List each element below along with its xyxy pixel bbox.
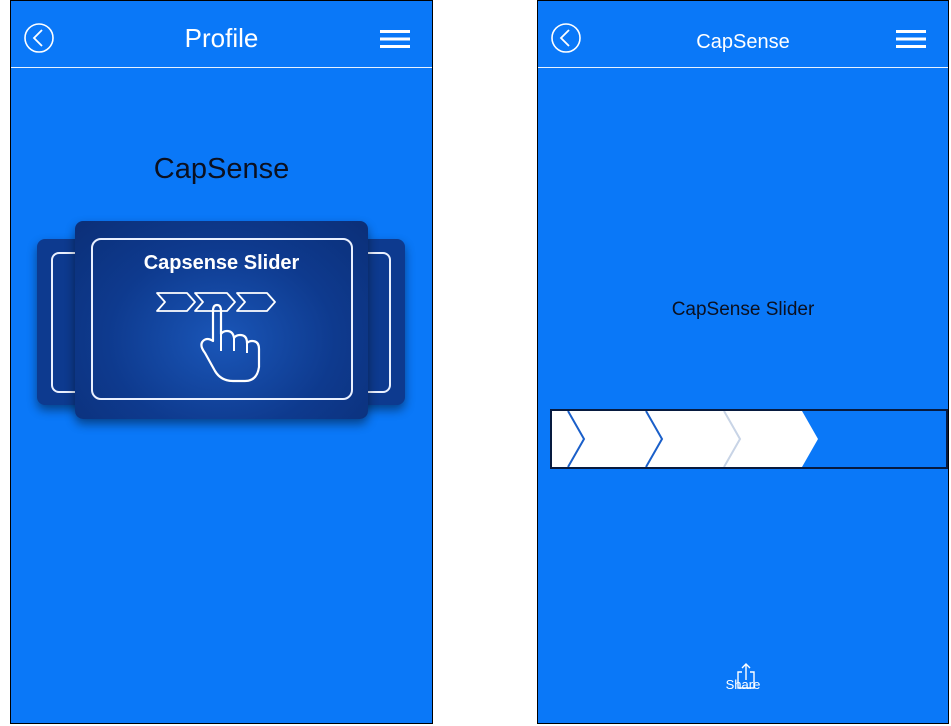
- capsense-slider-screen: CapSense CapSense Slider Share: [537, 0, 949, 724]
- page-title: CapSense: [696, 31, 790, 53]
- slider-touch-icon: [156, 292, 276, 383]
- share-button-label[interactable]: Share: [538, 677, 948, 692]
- carousel-card-capsense-slider[interactable]: Capsense Slider: [75, 221, 368, 419]
- hamburger-menu-icon[interactable]: [896, 30, 926, 48]
- capsense-slider[interactable]: [550, 409, 948, 469]
- card-title: Capsense Slider: [143, 252, 300, 274]
- section-title: CapSense: [153, 153, 290, 185]
- page-title: Profile: [184, 23, 259, 53]
- navigation-bar: CapSense: [538, 1, 948, 68]
- navigation-bar: Profile: [11, 1, 432, 68]
- profile-carousel[interactable]: Capsense Slider: [37, 221, 405, 425]
- hamburger-menu-icon[interactable]: [380, 30, 410, 48]
- profile-screen: Profile CapSense Capsense Slider: [10, 0, 433, 724]
- section-title: CapSense Slider: [671, 299, 815, 320]
- slider-segments: [552, 411, 818, 467]
